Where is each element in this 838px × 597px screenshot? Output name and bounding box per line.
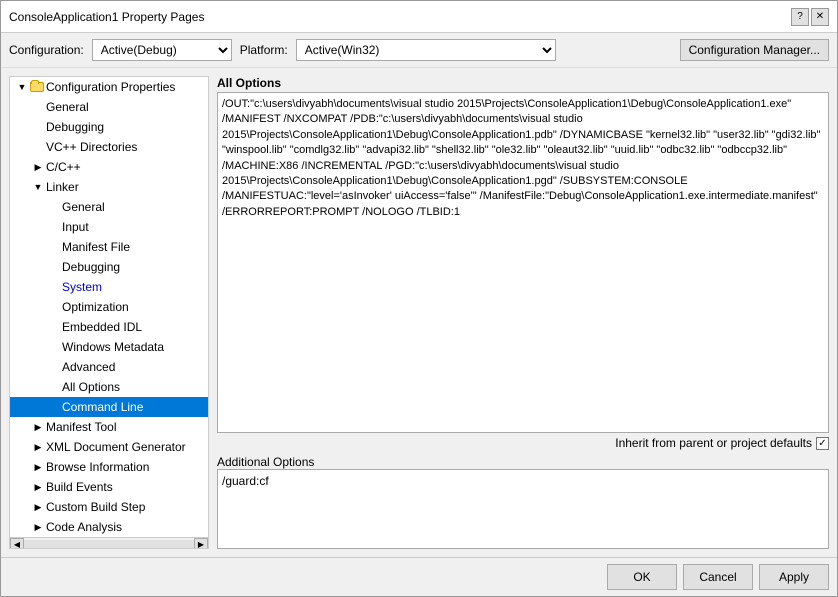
tree-label: Custom Build Step [46, 500, 145, 514]
scroll-right-button[interactable]: ▶ [194, 538, 208, 550]
tree-label: System [62, 280, 102, 294]
tree-label: Advanced [62, 360, 115, 374]
tree-label: Debugging [46, 120, 104, 134]
tree-item-linker[interactable]: ▼ Linker [10, 177, 208, 197]
expand-icon: ▶ [30, 422, 46, 433]
tree-item-linker-debugging[interactable]: Debugging [10, 257, 208, 277]
tree-item-linker-all-options[interactable]: All Options [10, 377, 208, 397]
folder-icon [30, 82, 44, 92]
tree-item-linker-manifest-file[interactable]: Manifest File [10, 237, 208, 257]
tree-item-build-events[interactable]: ▶ Build Events [10, 477, 208, 497]
tree-label: Windows Metadata [62, 340, 164, 354]
cancel-button[interactable]: Cancel [683, 564, 753, 590]
main-content: ▼ Configuration Properties General Debug… [1, 68, 837, 557]
tree-item-custom-build-step[interactable]: ▶ Custom Build Step [10, 497, 208, 517]
help-button[interactable]: ? [791, 8, 809, 26]
horizontal-scrollbar[interactable]: ◀ ▶ [10, 537, 208, 549]
tree-label: All Options [62, 380, 120, 394]
tree-label: Configuration Properties [46, 80, 175, 94]
tree-item-linker-system[interactable]: System [10, 277, 208, 297]
tree-item-vc-directories[interactable]: VC++ Directories [10, 137, 208, 157]
all-options-text: /OUT:"c:\users\divyabh\documents\visual … [222, 98, 820, 218]
configuration-label: Configuration: [9, 43, 84, 57]
right-panel: All Options /OUT:"c:\users\divyabh\docum… [217, 76, 829, 549]
platform-select[interactable]: Active(Win32) [296, 39, 556, 61]
tree-item-xml-doc-generator[interactable]: ▶ XML Document Generator [10, 437, 208, 457]
bottom-bar: OK Cancel Apply [1, 557, 837, 596]
tree-item-c-cpp[interactable]: ▶ C/C++ [10, 157, 208, 177]
additional-options-box[interactable]: /guard:cf [217, 469, 829, 549]
tree-label: Command Line [62, 400, 143, 414]
tree-label: Linker [46, 180, 79, 194]
tree-label: General [62, 200, 105, 214]
ok-button[interactable]: OK [607, 564, 677, 590]
close-button[interactable]: ✕ [811, 8, 829, 26]
apply-button[interactable]: Apply [759, 564, 829, 590]
title-bar: ConsoleApplication1 Property Pages ? ✕ [1, 1, 837, 33]
tree-label: General [46, 100, 89, 114]
tree-item-code-analysis[interactable]: ▶ Code Analysis [10, 517, 208, 537]
title-controls: ? ✕ [791, 8, 829, 26]
expand-icon: ▼ [30, 182, 46, 192]
tree-item-linker-command-line[interactable]: Command Line [10, 397, 208, 417]
additional-options-label: Additional Options [217, 455, 829, 469]
tree-item-linker-advanced[interactable]: Advanced [10, 357, 208, 377]
inherit-checkbox[interactable]: ✓ [816, 437, 829, 450]
tree-label: Build Events [46, 480, 113, 494]
scroll-left-button[interactable]: ◀ [10, 538, 24, 550]
platform-label: Platform: [240, 43, 288, 57]
tree-item-manifest-tool[interactable]: ▶ Manifest Tool [10, 417, 208, 437]
expand-icon: ▶ [30, 462, 46, 473]
inherit-label: Inherit from parent or project defaults [615, 436, 812, 450]
tree-item-linker-optimization[interactable]: Optimization [10, 297, 208, 317]
dialog-title: ConsoleApplication1 Property Pages [9, 10, 204, 24]
config-row: Configuration: Active(Debug) Platform: A… [1, 33, 837, 68]
tree-label: C/C++ [46, 160, 81, 174]
expand-icon: ▶ [30, 162, 46, 173]
all-options-label: All Options [217, 76, 829, 90]
configuration-select[interactable]: Active(Debug) [92, 39, 232, 61]
tree-label: Debugging [62, 260, 120, 274]
tree-label: XML Document Generator [46, 440, 186, 454]
expand-icon: ▶ [30, 502, 46, 513]
tree-label: Input [62, 220, 89, 234]
tree-item-browse-information[interactable]: ▶ Browse Information [10, 457, 208, 477]
expand-icon: ▶ [30, 442, 46, 453]
tree-item-debugging[interactable]: Debugging [10, 117, 208, 137]
tree-label: Manifest File [62, 240, 130, 254]
tree-item-linker-general[interactable]: General [10, 197, 208, 217]
additional-options-text: /guard:cf [222, 474, 269, 488]
tree-item-linker-windows-metadata[interactable]: Windows Metadata [10, 337, 208, 357]
tree-item-general[interactable]: General [10, 97, 208, 117]
property-pages-dialog: ConsoleApplication1 Property Pages ? ✕ C… [0, 0, 838, 597]
tree-label: Browse Information [46, 460, 149, 474]
config-manager-button[interactable]: Configuration Manager... [680, 39, 829, 61]
left-panel: ▼ Configuration Properties General Debug… [9, 76, 209, 549]
tree-label: Manifest Tool [46, 420, 116, 434]
expand-icon: ▶ [30, 482, 46, 493]
tree-label: Optimization [62, 300, 129, 314]
expand-icon: ▼ [14, 82, 30, 92]
tree-item-linker-input[interactable]: Input [10, 217, 208, 237]
all-options-content: /OUT:"c:\users\divyabh\documents\visual … [217, 92, 829, 433]
tree-label: Embedded IDL [62, 320, 142, 334]
tree-item-linker-embedded-idl[interactable]: Embedded IDL [10, 317, 208, 337]
tree-label: VC++ Directories [46, 140, 137, 154]
inherit-row: Inherit from parent or project defaults … [217, 433, 829, 453]
expand-icon: ▶ [30, 522, 46, 533]
tree-item-config-properties[interactable]: ▼ Configuration Properties [10, 77, 208, 97]
tree-label: Code Analysis [46, 520, 122, 534]
